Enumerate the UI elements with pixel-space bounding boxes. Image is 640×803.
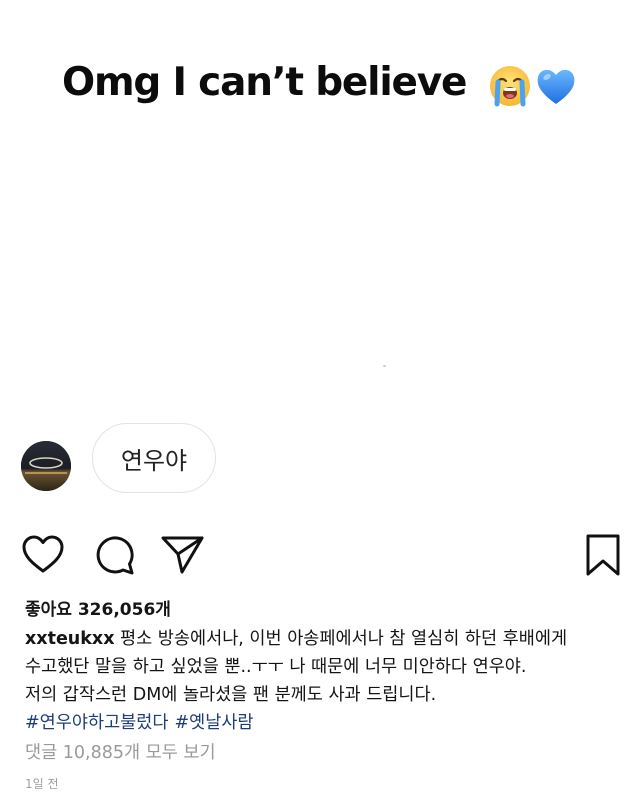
- dm-message-bubble: 연우야: [92, 423, 216, 493]
- image-speck: [383, 365, 386, 367]
- send-icon[interactable]: [160, 532, 206, 578]
- loudly-crying-face-icon: [490, 66, 530, 107]
- bookmark-icon[interactable]: [580, 532, 626, 578]
- caption-username[interactable]: xxteukxx: [25, 629, 114, 649]
- view-all-comments-link[interactable]: 댓글 10,885개 모두 보기: [25, 739, 216, 764]
- post-image[interactable]: Omg I can’t believe 연우야: [0, 0, 640, 515]
- avatar[interactable]: [21, 441, 71, 491]
- hashtag-link[interactable]: #옛날사람: [174, 713, 253, 733]
- caption-line-2: 수고했단 말을 하고 싶었을 뿐..ㅜㅜ 나 때문에 너무 미안하다 연우야.: [25, 657, 527, 677]
- post-caption: xxteukxx 평소 방송에서나, 이번 아송페에서나 참 열심히 하던 후배…: [25, 625, 625, 737]
- avatar-photo: [21, 441, 71, 491]
- heart-icon[interactable]: [20, 532, 66, 578]
- post-action-bar: [0, 530, 640, 580]
- hashtag-link[interactable]: #연우야하고불렀다: [25, 713, 168, 733]
- blue-heart-icon: [537, 69, 575, 104]
- likes-count[interactable]: 좋아요 326,056개: [25, 595, 171, 620]
- post-headline: Omg I can’t believe: [62, 60, 467, 105]
- caption-line-3: 저의 갑작스런 DM에 놀라셨을 팬 분께도 사과 드립니다.: [25, 685, 437, 705]
- post-timestamp: 1일 전: [25, 777, 59, 791]
- comment-icon[interactable]: [92, 532, 138, 578]
- caption-line-1: xxteukxx 평소 방송에서나, 이번 아송페에서나 참 열심히 하던 후배…: [25, 625, 625, 653]
- caption-hashtags: #연우야하고불렀다 #옛날사람: [25, 709, 625, 737]
- caption-text-1: 평소 방송에서나, 이번 아송페에서나 참 열심히 하던 후배에게: [114, 629, 568, 649]
